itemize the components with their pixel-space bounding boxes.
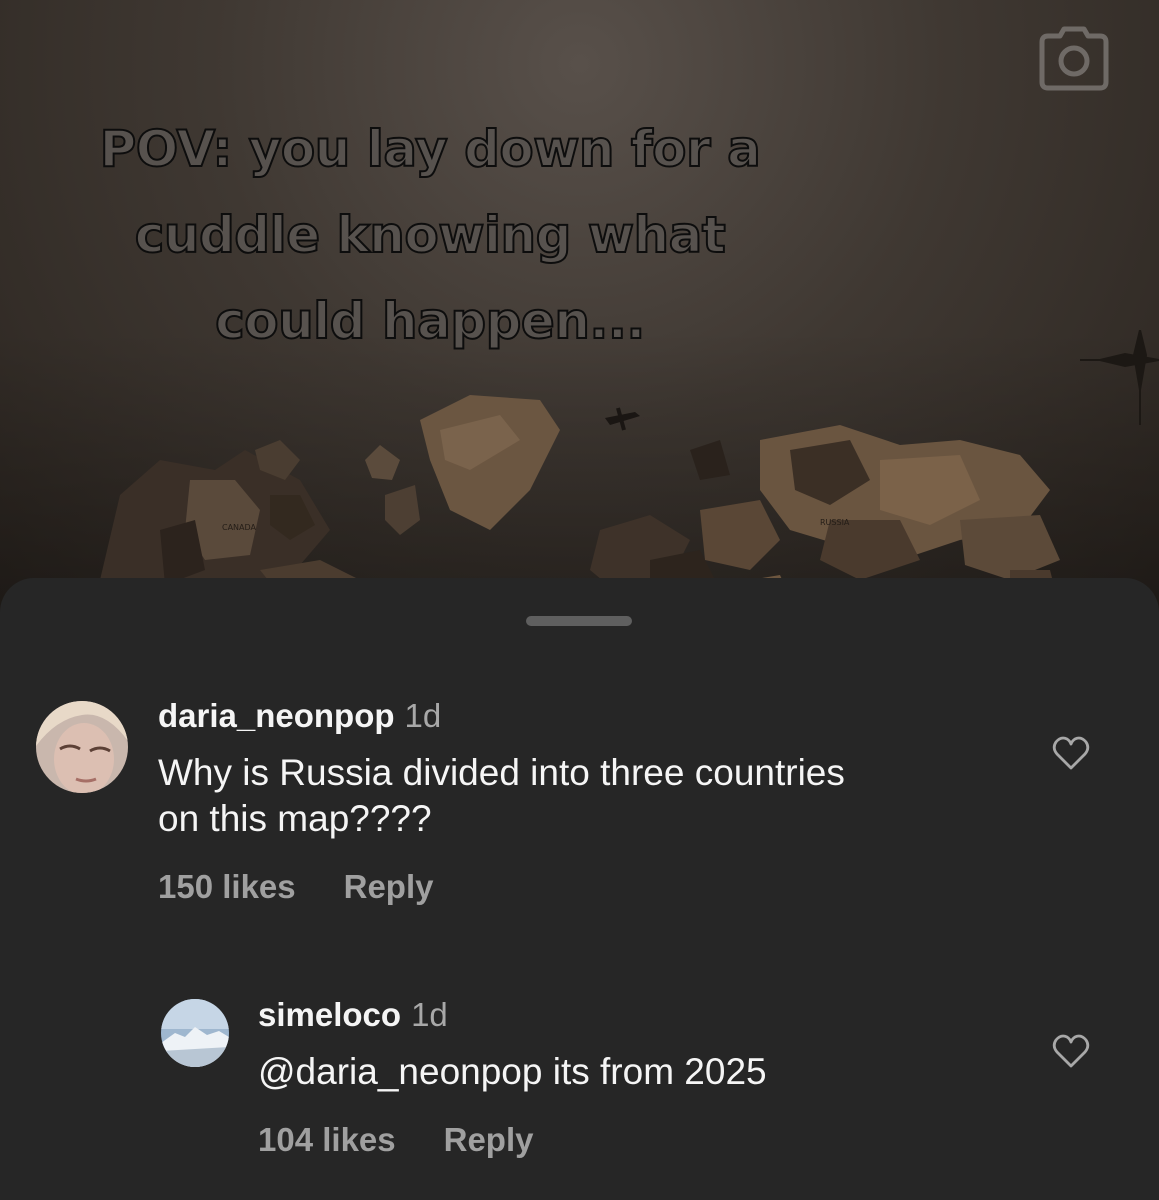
comments-sheet: daria_neonpop 1d Why is Russia divided in… [0, 578, 1159, 1200]
avatar[interactable] [161, 999, 229, 1067]
reply-button[interactable]: Reply [444, 1121, 534, 1159]
comment-time: 1d [411, 996, 448, 1033]
map-label-russia: RUSSIA [820, 518, 850, 527]
video-caption: POV: you lay down for a cuddle knowing w… [99, 119, 762, 351]
like-count[interactable]: 104 likes [258, 1121, 396, 1159]
heart-outline-icon[interactable] [1051, 1032, 1091, 1072]
video-background[interactable]: CANADA RUSSIA POV: you lay down for a cu… [0, 0, 1159, 640]
comment-text: @daria_neonpop its from 2025 [258, 1051, 767, 1092]
comment-username[interactable]: simeloco [258, 996, 401, 1033]
camera-icon [1039, 26, 1109, 91]
map-label-canada: CANADA [222, 523, 257, 532]
camera-button[interactable] [1038, 24, 1110, 92]
reply-comment-item: simeloco 1d @daria_neonpop its from 2025 … [0, 578, 1159, 1200]
